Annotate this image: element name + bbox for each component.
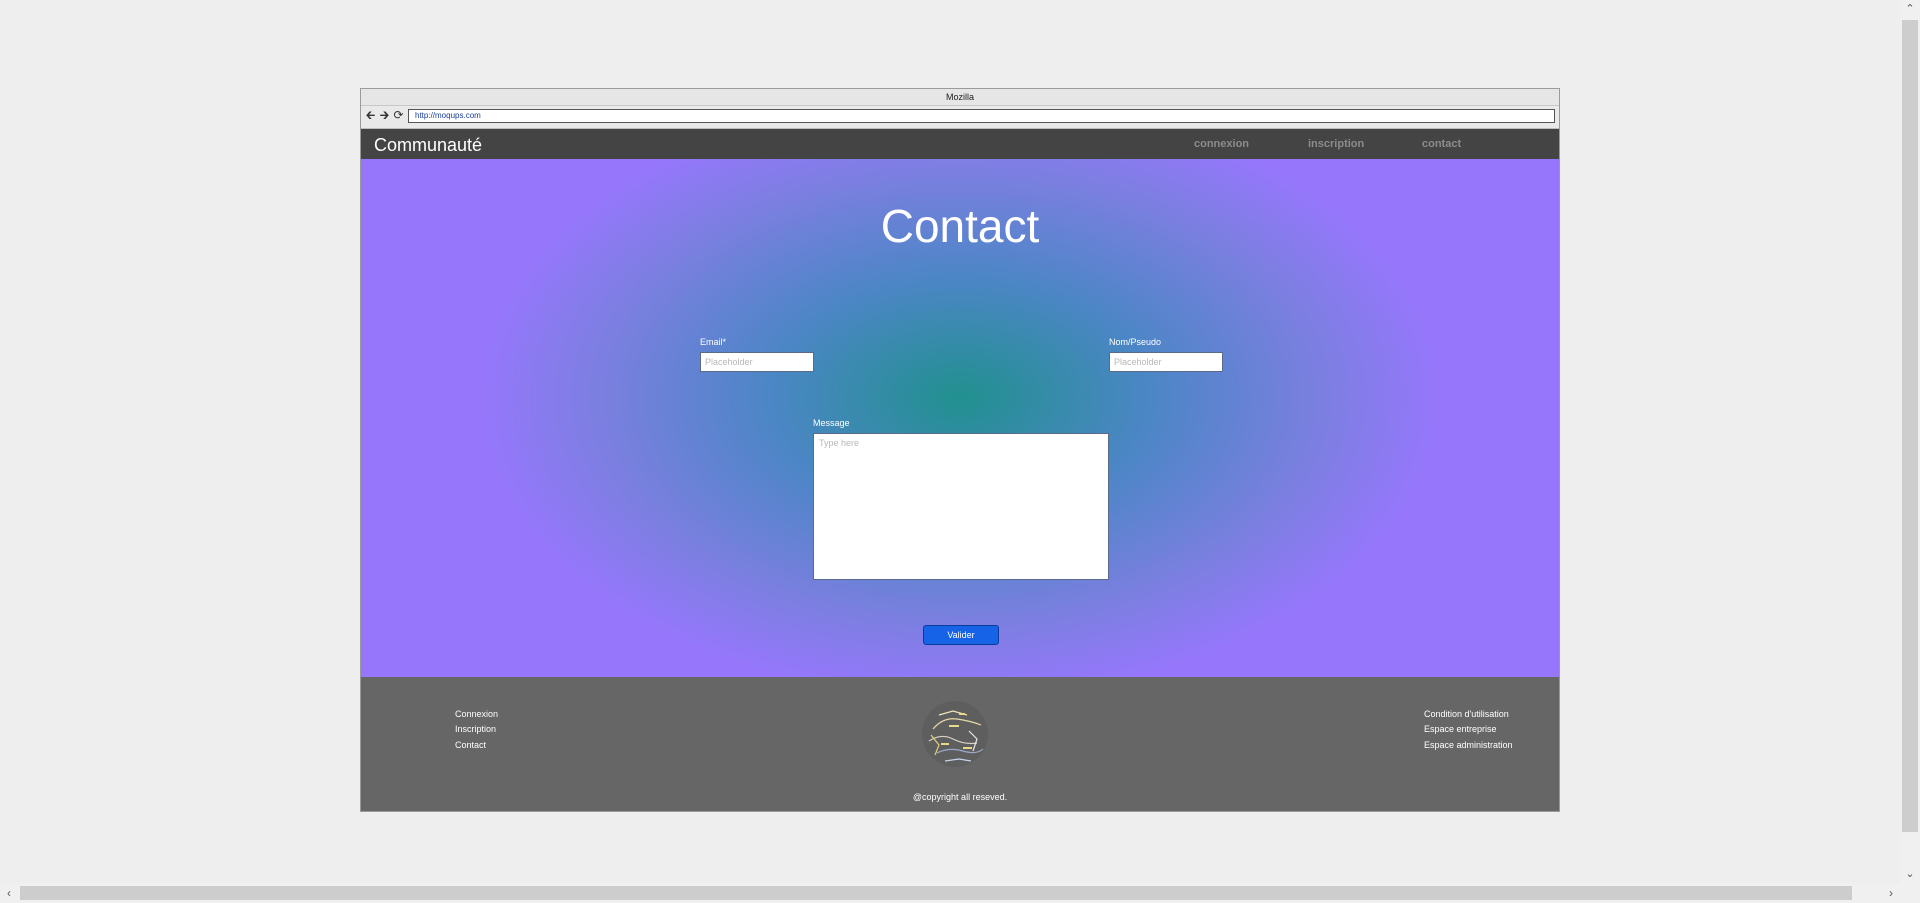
- url-input[interactable]: http://moqups.com: [408, 109, 1555, 123]
- name-field[interactable]: Placeholder: [1109, 352, 1223, 372]
- vertical-scroll-thumb[interactable]: [1902, 20, 1918, 832]
- horizontal-scroll-thumb[interactable]: [20, 886, 1852, 900]
- footer-link-connexion[interactable]: Connexion: [455, 709, 498, 719]
- word-cloud-logo: [922, 701, 988, 767]
- nav-contact[interactable]: contact: [1422, 138, 1461, 150]
- site-header: Communauté connexion inscription contact: [361, 129, 1559, 159]
- footer-link-administration[interactable]: Espace administration: [1424, 740, 1513, 750]
- footer-link-contact[interactable]: Contact: [455, 740, 486, 750]
- name-label: Nom/Pseudo: [1109, 337, 1162, 347]
- horizontal-scrollbar[interactable]: ‹ ›: [0, 883, 1900, 903]
- submit-button[interactable]: Valider: [923, 625, 999, 645]
- arrow-right-icon[interactable]: 🡲: [378, 109, 391, 122]
- email-field[interactable]: Placeholder: [700, 352, 814, 372]
- email-label: Email*: [700, 337, 727, 347]
- footer-link-conditions[interactable]: Condition d'utilisation: [1424, 709, 1509, 719]
- nav-inscription[interactable]: inscription: [1308, 138, 1364, 150]
- brand-title[interactable]: Communauté: [374, 135, 482, 156]
- message-label: Message: [813, 418, 850, 428]
- footer-link-inscription[interactable]: Inscription: [455, 724, 496, 734]
- scrollbar-corner: [1900, 883, 1920, 903]
- chevron-up-icon[interactable]: ⌃: [1900, 0, 1920, 18]
- message-textarea[interactable]: Type here: [813, 433, 1109, 580]
- chevron-left-icon[interactable]: ‹: [0, 883, 18, 903]
- vertical-scrollbar[interactable]: ⌃ ⌄: [1900, 0, 1920, 883]
- chevron-down-icon[interactable]: ⌄: [1900, 865, 1920, 883]
- reload-icon[interactable]: ⟳: [392, 109, 405, 122]
- page-title: Contact: [880, 200, 1040, 252]
- nav-connexion[interactable]: connexion: [1194, 138, 1249, 150]
- copyright-text: @copyright all reseved.: [912, 792, 1008, 802]
- browser-window: Mozilla 🡰 🡲 ⟳ http://moqups.com Communau…: [360, 88, 1560, 812]
- site-footer: Connexion Inscription Contact Condition …: [361, 677, 1559, 811]
- footer-link-entreprise[interactable]: Espace entreprise: [1424, 724, 1497, 734]
- address-bar: 🡰 🡲 ⟳ http://moqups.com: [361, 106, 1559, 129]
- window-title: Mozilla: [361, 89, 1559, 106]
- contact-hero: Contact Email* Placeholder Nom/Pseudo Pl…: [361, 159, 1559, 677]
- arrow-left-icon[interactable]: 🡰: [364, 109, 377, 122]
- chevron-right-icon[interactable]: ›: [1882, 883, 1900, 903]
